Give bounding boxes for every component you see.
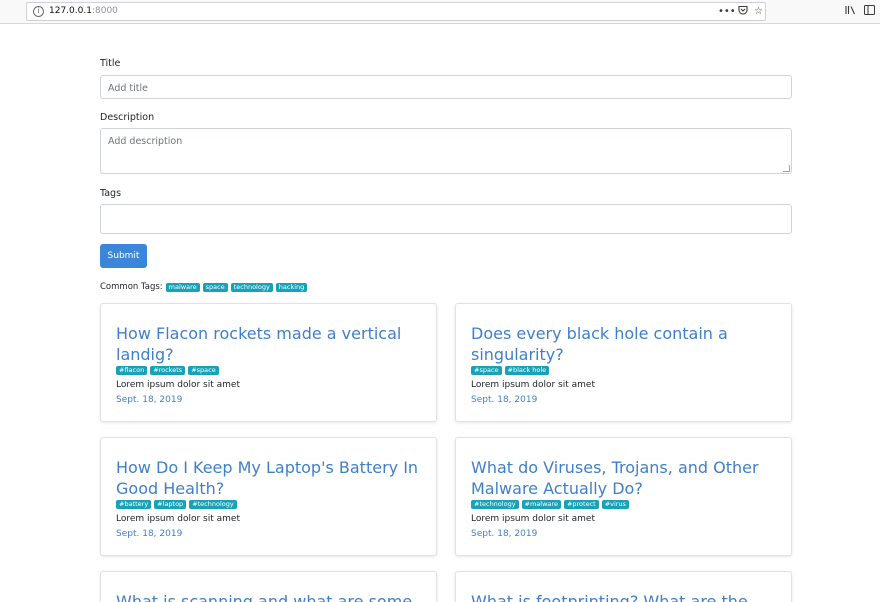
post-description: Lorem ipsum dolor sit amet xyxy=(471,514,595,524)
resize-handle-icon[interactable] xyxy=(783,165,790,172)
post-tags: #space #black hole xyxy=(471,366,552,375)
tags-label: Tags xyxy=(100,188,122,199)
title-label: Title xyxy=(100,58,121,69)
common-tag[interactable]: space xyxy=(202,282,228,292)
description-label: Description xyxy=(100,112,155,123)
post-card: How Do I Keep My Laptop's Battery In Goo… xyxy=(100,437,437,556)
title-input[interactable]: Add title xyxy=(100,75,792,99)
post-tag[interactable]: #technology xyxy=(189,500,237,509)
submit-button[interactable]: Submit xyxy=(100,244,147,268)
title-placeholder: Add title xyxy=(108,83,148,94)
post-tag[interactable]: #malware xyxy=(521,500,561,509)
common-tag[interactable]: malware xyxy=(165,282,200,292)
post-tag[interactable]: #battery xyxy=(116,500,152,509)
sidebar-icon[interactable] xyxy=(864,5,875,19)
post-tag[interactable]: #space xyxy=(471,366,502,375)
post-title[interactable]: What do Viruses, Trojans, and Other Malw… xyxy=(471,457,781,499)
post-tag[interactable]: #protect xyxy=(563,500,599,509)
pocket-icon[interactable] xyxy=(738,5,748,19)
post-title[interactable]: What is footprinting? What are the xyxy=(471,591,781,602)
post-tag[interactable]: #flacon xyxy=(116,366,148,375)
post-tag[interactable]: #rockets xyxy=(150,366,186,375)
post-card: What is footprinting? What are the xyxy=(455,571,792,602)
post-tag[interactable]: #laptop xyxy=(154,500,187,509)
browser-toolbar: i 127.0.0.1:8000 ••• ☆ xyxy=(0,0,880,24)
post-title[interactable]: How Do I Keep My Laptop's Battery In Goo… xyxy=(116,457,426,499)
info-icon[interactable]: i xyxy=(33,6,44,17)
post-tag[interactable]: #space xyxy=(188,366,219,375)
url-host: 127.0.0.1 xyxy=(49,6,92,16)
post-description: Lorem ipsum dolor sit amet xyxy=(116,514,240,524)
post-tag[interactable]: #black hole xyxy=(504,366,550,375)
post-tag[interactable]: #technology xyxy=(471,500,519,509)
url-port: :8000 xyxy=(91,6,118,16)
common-tags: Common Tags: malware space technology ha… xyxy=(100,281,308,293)
post-description: Lorem ipsum dolor sit amet xyxy=(471,380,595,390)
post-card: How Flacon rockets made a vertical landi… xyxy=(100,303,437,422)
bookmark-star-icon[interactable]: ☆ xyxy=(754,5,763,18)
tags-input[interactable] xyxy=(100,204,792,234)
post-date: Sept. 18, 2019 xyxy=(116,529,183,539)
post-tag[interactable]: #virus xyxy=(601,500,629,509)
library-icon[interactable] xyxy=(845,5,856,19)
common-tag[interactable]: technology xyxy=(230,282,273,292)
post-card: What do Viruses, Trojans, and Other Malw… xyxy=(455,437,792,556)
post-date: Sept. 18, 2019 xyxy=(471,529,538,539)
post-tags: #flacon #rockets #space xyxy=(116,366,222,375)
post-date: Sept. 18, 2019 xyxy=(116,395,183,405)
common-tags-label: Common Tags: xyxy=(100,282,163,292)
description-textarea[interactable]: Add description xyxy=(100,128,792,174)
description-placeholder: Add description xyxy=(108,136,183,147)
url-text[interactable]: 127.0.0.1:8000 xyxy=(49,6,118,17)
post-tags: #technology #malware #protect #virus xyxy=(471,500,632,509)
post-card: What is scanning and what are some xyxy=(100,571,437,602)
url-bar[interactable]: i 127.0.0.1:8000 ••• ☆ xyxy=(26,2,766,21)
post-tags: #battery #laptop #technology xyxy=(116,500,240,509)
common-tag[interactable]: hacking xyxy=(275,282,308,292)
post-title[interactable]: How Flacon rockets made a vertical landi… xyxy=(116,323,426,365)
post-title[interactable]: What is scanning and what are some xyxy=(116,591,426,602)
post-description: Lorem ipsum dolor sit amet xyxy=(116,380,240,390)
more-icon[interactable]: ••• xyxy=(718,5,736,18)
post-card: Does every black hole contain a singular… xyxy=(455,303,792,422)
post-date: Sept. 18, 2019 xyxy=(471,395,538,405)
post-title[interactable]: Does every black hole contain a singular… xyxy=(471,323,781,365)
